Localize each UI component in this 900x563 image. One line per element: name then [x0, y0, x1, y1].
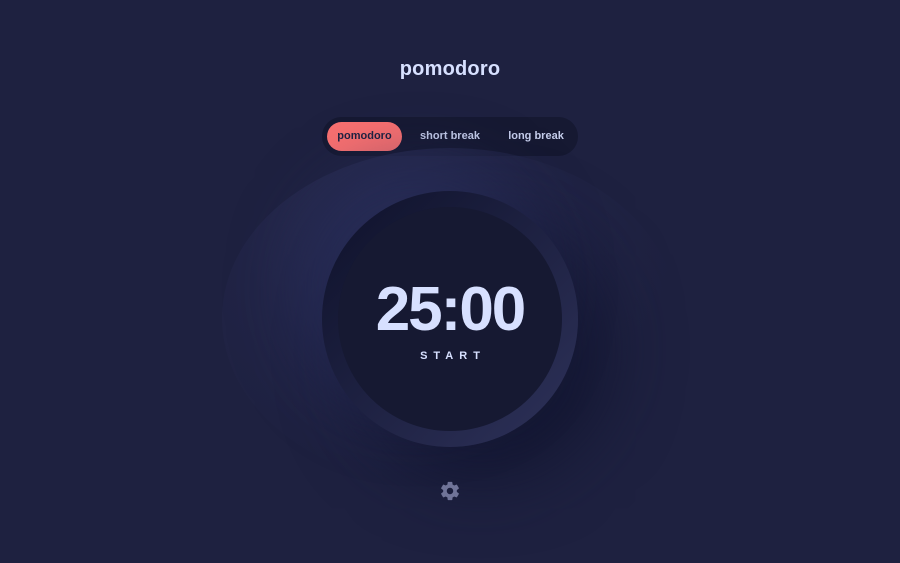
timer-display: 25:00 [375, 275, 527, 344]
start-button[interactable]: START [322, 350, 578, 362]
app-title: pomodoro [399, 58, 501, 80]
tab-long-break[interactable]: long break [498, 122, 574, 151]
timer-dial[interactable]: 25:00 START [322, 191, 578, 447]
tab-pomodoro[interactable]: pomodoro [327, 122, 402, 151]
tab-short-break[interactable]: short break [409, 122, 491, 151]
settings-button[interactable] [439, 480, 461, 502]
gear-icon [439, 480, 461, 502]
pomodoro-app: pomodoro pomodoro short break long break… [0, 0, 900, 563]
